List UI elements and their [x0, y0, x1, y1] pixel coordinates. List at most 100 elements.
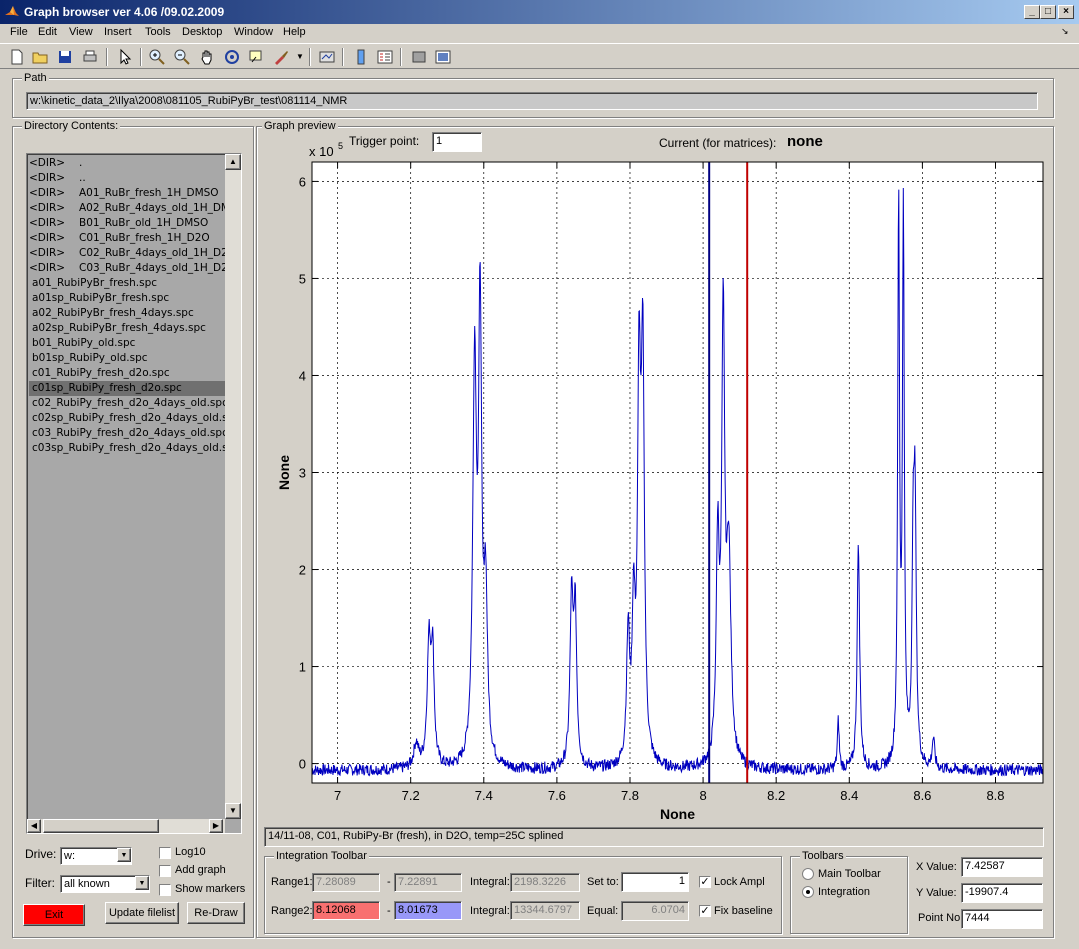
- fix-baseline-checkbox[interactable]: ✓: [699, 905, 711, 917]
- close-button[interactable]: ×: [1058, 5, 1074, 19]
- minimize-button[interactable]: _: [1024, 5, 1040, 19]
- main-toolbar-radio[interactable]: [802, 868, 814, 880]
- menu-help[interactable]: Help: [283, 26, 306, 38]
- update-filelist-button[interactable]: Update filelist: [105, 902, 179, 924]
- legend-icon[interactable]: [376, 48, 394, 66]
- range1-to-field[interactable]: 7.22891: [394, 873, 462, 892]
- list-item[interactable]: c01_RubiPy_fresh_d2o.spc: [29, 366, 225, 381]
- data-cursor-icon[interactable]: [247, 48, 265, 66]
- list-item[interactable]: a02sp_RubiPyBr_fresh_4days.spc: [29, 321, 225, 336]
- range2-from-field[interactable]: 8.12068: [312, 901, 380, 920]
- list-item[interactable]: c02sp_RubiPy_fresh_d2o_4days_old.spc: [29, 411, 225, 426]
- list-item[interactable]: a02_RubiPyBr_fresh_4days.spc: [29, 306, 225, 321]
- range1-from-field[interactable]: 7.28089: [312, 873, 380, 892]
- list-item-name: a01_RubiPyBr_fresh.spc: [32, 277, 158, 289]
- toolbars-group-label: Toolbars: [800, 850, 846, 862]
- list-item[interactable]: <DIR> C01_RuBr_fresh_1H_D2O: [29, 231, 225, 246]
- print-icon[interactable]: [81, 48, 99, 66]
- scroll-down-icon[interactable]: ▼: [225, 803, 241, 819]
- integral1-label: Integral:: [470, 876, 510, 888]
- dir-tag: <DIR>: [29, 157, 66, 169]
- x-value-label: X Value:: [916, 861, 957, 873]
- list-item[interactable]: <DIR> A02_RuBr_4days_old_1H_DMSO: [29, 201, 225, 216]
- colorbar-icon[interactable]: [352, 48, 370, 66]
- save-icon[interactable]: [56, 48, 74, 66]
- y-exponent-power: 5: [338, 141, 343, 151]
- menu-window[interactable]: Window: [234, 26, 273, 38]
- rotate-3d-icon[interactable]: [223, 48, 241, 66]
- graph-preview-chart[interactable]: 7 7.2 7.4 7.6 7.8 8 8.2 8.4 8.6 8.8 0 1 2 3 4 5 6x 10 5 No…: [262, 138, 1052, 828]
- title-bar[interactable]: Graph browser ver 4.06 /09.02.2009 _ □ ×: [0, 0, 1079, 24]
- list-item[interactable]: <DIR> B01_RuBr_old_1H_DMSO: [29, 216, 225, 231]
- list-item[interactable]: c02_RubiPy_fresh_d2o_4days_old.spc: [29, 396, 225, 411]
- path-field[interactable]: w:\kinetic_data_2\Ilya\2008\081105_RubiP…: [26, 92, 1038, 110]
- pointer-icon[interactable]: [116, 48, 134, 66]
- menu-file[interactable]: File: [10, 26, 28, 38]
- list-item[interactable]: c03_RubiPy_fresh_d2o_4days_old.spc: [29, 426, 225, 441]
- vertical-scrollbar[interactable]: ▲ ▼: [225, 154, 241, 819]
- horizontal-scrollbar[interactable]: ◀ ▶: [27, 819, 225, 833]
- list-item[interactable]: <DIR> C03_RuBr_4days_old_1H_D2O: [29, 261, 225, 276]
- new-file-icon[interactable]: [8, 48, 26, 66]
- link-plot-icon[interactable]: [318, 48, 336, 66]
- add-graph-checkbox[interactable]: [159, 865, 171, 877]
- setto-label: Set to:: [587, 876, 619, 888]
- y-tick-label: 1: [299, 660, 306, 675]
- list-item[interactable]: b01sp_RubiPy_old.spc: [29, 351, 225, 366]
- maximize-button[interactable]: □: [1040, 5, 1056, 19]
- log10-checkbox[interactable]: [159, 847, 171, 859]
- list-item-name: C01_RuBr_fresh_1H_D2O: [79, 232, 210, 244]
- menu-desktop[interactable]: Desktop: [182, 26, 222, 38]
- list-item[interactable]: <DIR> C02_RuBr_4days_old_1H_D2O: [29, 246, 225, 261]
- pan-hand-icon[interactable]: [198, 48, 216, 66]
- brush-dropdown-icon[interactable]: ▼: [296, 52, 304, 61]
- filter-select[interactable]: all known ▼: [60, 875, 150, 893]
- point-no-field[interactable]: 7444: [961, 909, 1043, 929]
- list-item[interactable]: <DIR>.: [29, 156, 225, 171]
- fix-baseline-label: Fix baseline: [714, 905, 773, 917]
- scroll-up-icon[interactable]: ▲: [225, 154, 241, 170]
- menu-insert[interactable]: Insert: [104, 26, 132, 38]
- integration-radio-label: Integration: [818, 886, 870, 898]
- chevron-down-icon[interactable]: ▼: [135, 876, 149, 890]
- list-item[interactable]: a01sp_RubiPyBr_fresh.spc: [29, 291, 225, 306]
- chevron-down-icon[interactable]: ▼: [117, 848, 131, 862]
- list-item[interactable]: a01_RubiPyBr_fresh.spc: [29, 276, 225, 291]
- horizontal-scroll-thumb[interactable]: [43, 819, 159, 833]
- directory-listbox[interactable]: <DIR>. <DIR>.. <DIR> A01_RuBr_fresh_1H_DMSO…: [26, 153, 242, 834]
- x-value-field[interactable]: 7.42587: [961, 857, 1043, 877]
- show-markers-checkbox[interactable]: [159, 884, 171, 896]
- menu-edit[interactable]: Edit: [38, 26, 57, 38]
- brush-icon[interactable]: [272, 48, 290, 66]
- list-item[interactable]: <DIR> A01_RuBr_fresh_1H_DMSO: [29, 186, 225, 201]
- range2-to-field[interactable]: 8.01673: [394, 901, 462, 920]
- list-item[interactable]: c01sp_RubiPy_fresh_d2o.spc: [29, 381, 225, 396]
- point-no-label: Point No:: [918, 912, 964, 924]
- menu-tools[interactable]: Tools: [145, 26, 171, 38]
- graph-group-label: Graph preview: [262, 120, 338, 132]
- show-plot-tools-icon[interactable]: [434, 48, 452, 66]
- y-value-field[interactable]: -19907.4: [961, 883, 1043, 903]
- list-item[interactable]: <DIR>..: [29, 171, 225, 186]
- lock-ampl-checkbox[interactable]: ✓: [699, 876, 711, 888]
- drive-select[interactable]: w: ▼: [60, 847, 132, 865]
- hide-plot-tools-icon[interactable]: [410, 48, 428, 66]
- list-item-name: a02_RubiPyBr_fresh_4days.spc: [32, 307, 194, 319]
- toolbar-separator: [106, 48, 108, 66]
- dock-arrow-icon[interactable]: ↘: [1061, 26, 1069, 37]
- dir-tag: <DIR>: [29, 217, 66, 229]
- scroll-right-icon[interactable]: ▶: [209, 819, 223, 833]
- list-item[interactable]: b01_RubiPy_old.spc: [29, 336, 225, 351]
- exit-button[interactable]: Exit: [23, 904, 85, 926]
- redraw-button[interactable]: Re-Draw: [187, 902, 245, 924]
- y-tick-label: 4: [299, 368, 306, 383]
- integration-radio[interactable]: [802, 886, 814, 898]
- setto-input[interactable]: 1: [621, 872, 689, 892]
- open-folder-icon[interactable]: [31, 48, 49, 66]
- zoom-in-icon[interactable]: [148, 48, 166, 66]
- scroll-left-icon[interactable]: ◀: [27, 819, 41, 833]
- list-item[interactable]: c03sp_RubiPy_fresh_d2o_4days_old.spc: [29, 441, 225, 456]
- menu-view[interactable]: View: [69, 26, 93, 38]
- drive-label: Drive:: [25, 847, 57, 861]
- zoom-out-icon[interactable]: [173, 48, 191, 66]
